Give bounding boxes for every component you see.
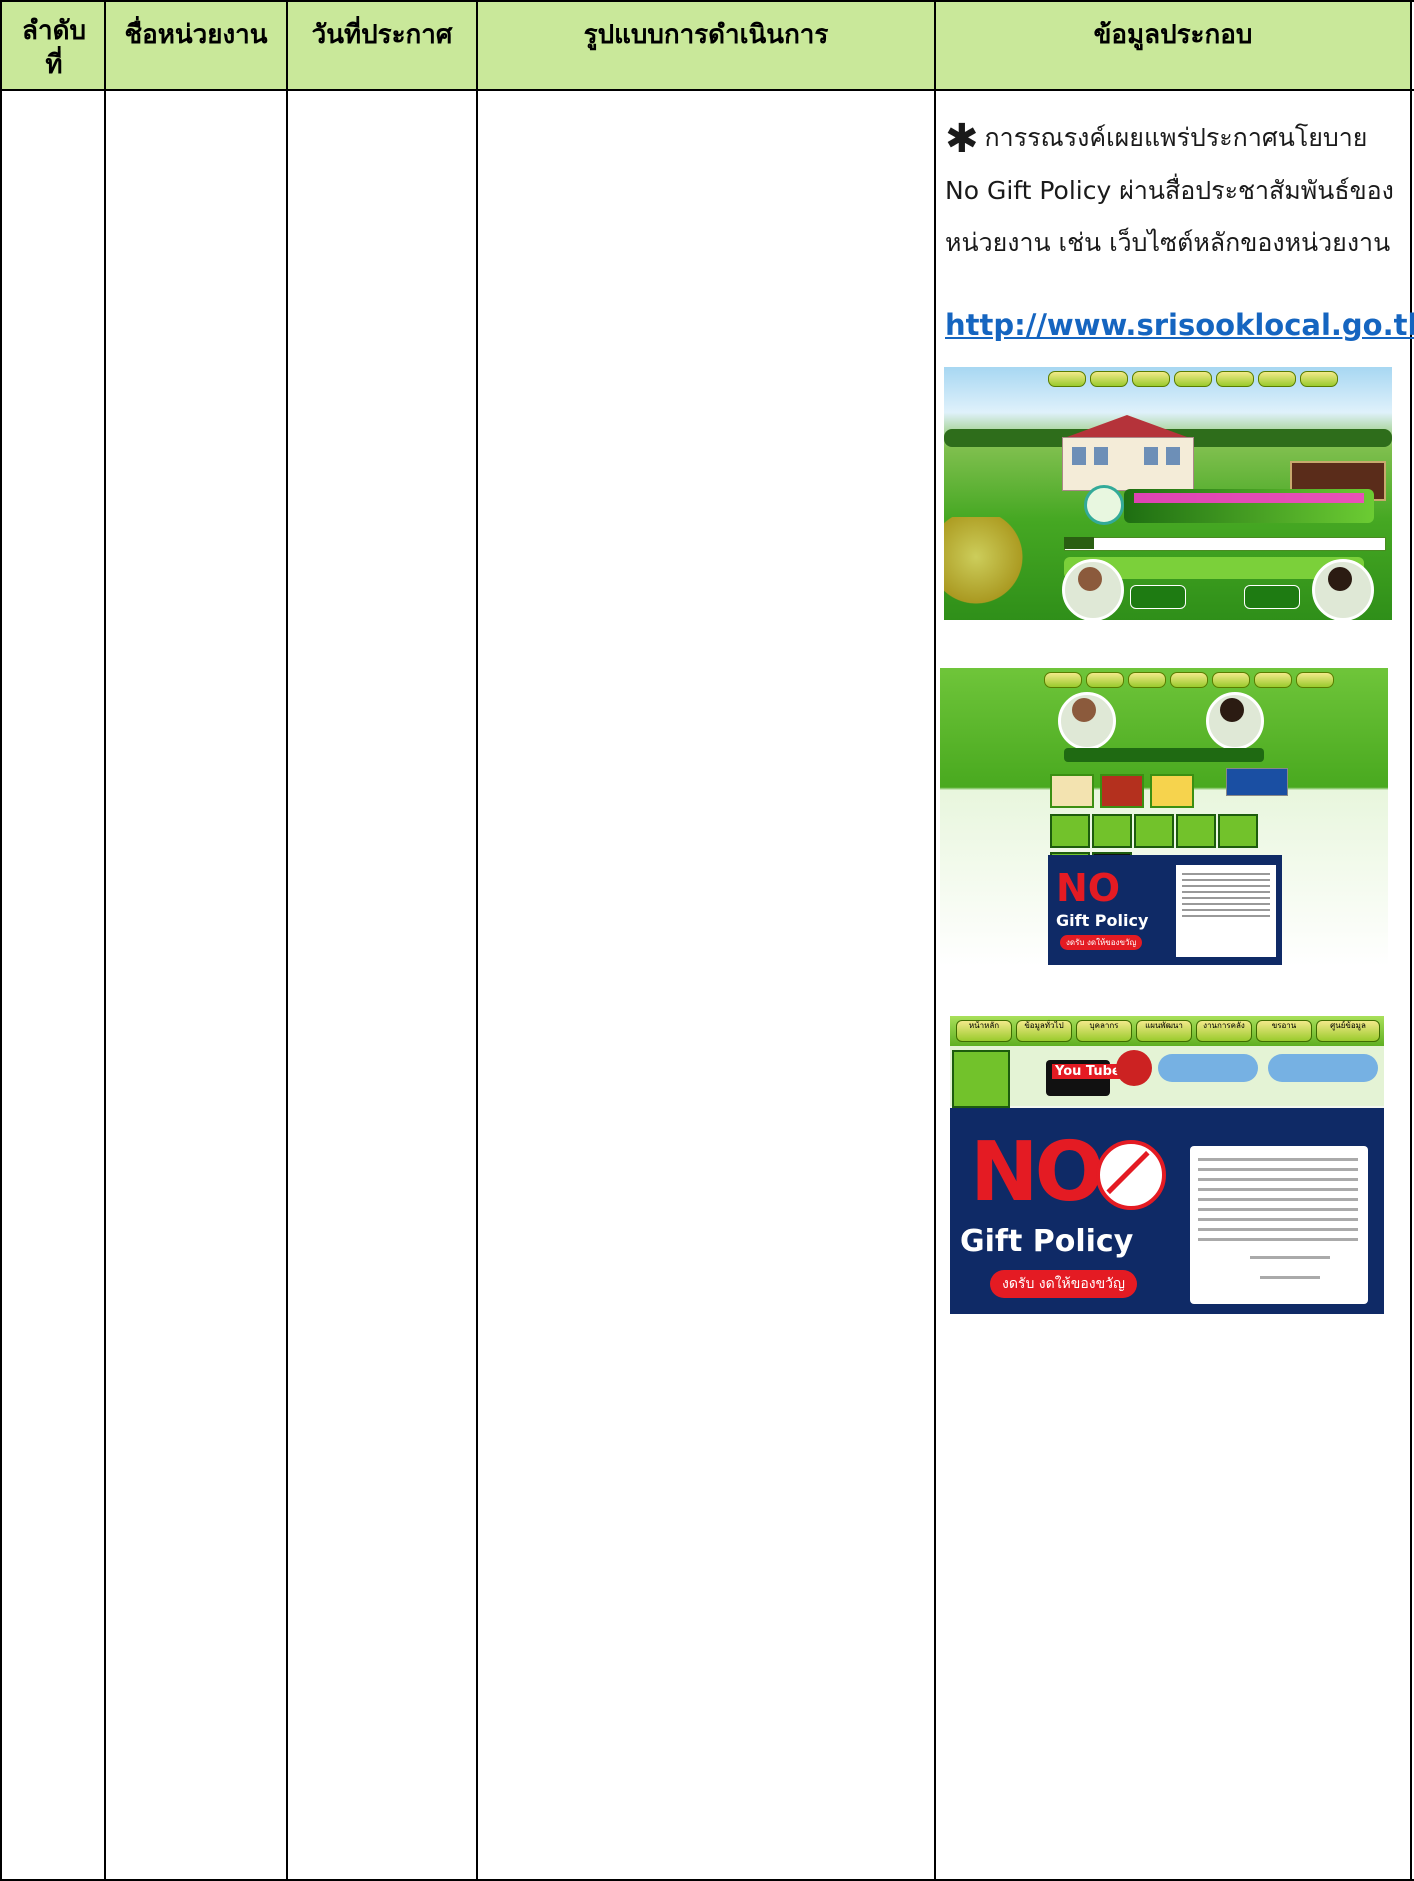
header-order: ลำดับ ที่ xyxy=(22,16,86,80)
col-border-5 xyxy=(1410,0,1412,1881)
header-divider xyxy=(0,89,1414,91)
gift-policy-large: Gift Policy xyxy=(960,1224,1134,1259)
nav-plan[interactable]: แผนพัฒนา xyxy=(1136,1020,1192,1042)
col-border-3 xyxy=(476,0,478,1881)
nav-datacenter[interactable]: ศูนย์ข้อมูล xyxy=(1316,1020,1380,1042)
col-border-1 xyxy=(104,0,106,1881)
nav-personnel[interactable]: บุคลากร xyxy=(1076,1020,1132,1042)
header-info: ข้อมูลประกอบ xyxy=(1093,20,1253,50)
no-text-large: NO xyxy=(970,1125,1104,1220)
header-date: วันที่ประกาศ xyxy=(311,20,453,50)
header-method: รูปแบบการดำเนินการ xyxy=(583,20,829,50)
website-screenshot-1 xyxy=(944,367,1392,620)
nav-report[interactable]: ขรอาน xyxy=(1256,1020,1312,1042)
info-description: ✱ การรณรงค์เผยแพร่ประกาศนโยบาย No Gift Po… xyxy=(945,112,1405,269)
nav-info[interactable]: ข้อมูลทั่วไป xyxy=(1016,1020,1072,1042)
header-agency: ชื่อหน่วยงาน xyxy=(124,20,268,50)
info-text: การรณรงค์เผยแพร่ประกาศนโยบาย No Gift Pol… xyxy=(945,123,1394,257)
col-border-0 xyxy=(0,0,2,1881)
website-screenshot-3: หน้าหลัก ข้อมูลทั่วไป บุคลากร แผนพัฒนา ง… xyxy=(950,1016,1384,1314)
nav-home[interactable]: หน้าหลัก xyxy=(956,1020,1012,1042)
nav-finance[interactable]: งานการคลัง xyxy=(1196,1020,1252,1042)
policy-tag-small: งดรับ งดให้ของขวัญ xyxy=(1060,935,1143,950)
no-text-small: NO xyxy=(1056,866,1121,910)
col-border-2 xyxy=(286,0,288,1881)
youtube-logo: You Tube xyxy=(1052,1064,1124,1079)
gift-policy-small: Gift Policy xyxy=(1056,911,1149,930)
col-border-4 xyxy=(934,0,936,1881)
policy-banner-small: NO Gift Policy งดรับ งดให้ของขวัญ xyxy=(1048,855,1282,965)
asterisk-icon: ✱ xyxy=(945,116,979,162)
policy-tag-large: งดรับ งดให้ของขวัญ xyxy=(990,1270,1137,1298)
table-border-top xyxy=(0,0,1414,2)
website-link[interactable]: http://www.srisooklocal.go.th xyxy=(945,308,1414,342)
